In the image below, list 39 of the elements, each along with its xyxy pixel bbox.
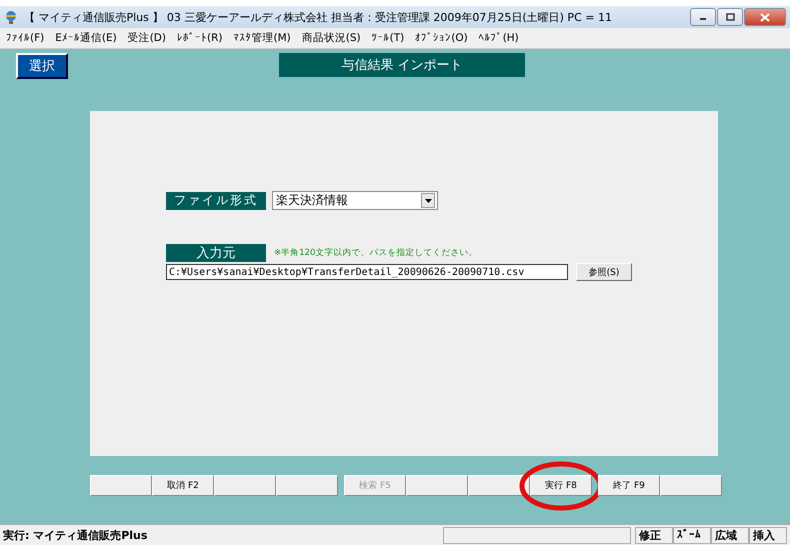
menu-item[interactable]: ﾂｰﾙ(T) [372,32,404,44]
close-icon [760,12,770,22]
window-title: 【 マイティ通信販売Plus 】 03 三愛ケーアールディ株式会社 担当者：受注管理課 2009年07月25日(土曜日) PC = 11 [24,10,613,24]
dropdown-arrow-icon [424,198,432,202]
status-message: 実行: マイティ通信販売Plus [2,528,148,542]
field-label: ファイル形式 [166,192,266,210]
function-key-button[interactable]: 取消 F2 [152,475,214,496]
menu-item[interactable]: Eﾒｰﾙ通信(E) [55,31,117,45]
app-icon [4,10,18,24]
field-label: 入力元 [166,244,266,262]
browse-button[interactable]: 参照(S) [576,263,632,281]
function-key-button[interactable] [406,475,468,496]
status-indicator: ｽﾞｰﾑ [673,526,711,544]
minimize-button[interactable] [690,8,716,26]
function-key-button[interactable]: 実行 F8 [530,475,592,496]
menu-item[interactable]: ﾍﾙﾌﾟ(H) [478,32,519,44]
select-button[interactable]: 選択 [16,53,68,79]
menu-item[interactable]: ｵﾌﾟｼｮﾝ(O) [415,32,468,44]
menu-item[interactable]: ﾚﾎﾟｰﾄ(R) [176,32,222,44]
hint-text: ※半角120文字以内で、パスを指定してください。 [274,247,478,259]
file-format-dropdown[interactable]: 楽天決済情報 [272,191,438,210]
function-key-button[interactable] [276,475,338,496]
menu-item[interactable]: 商品状況(S) [302,31,361,45]
function-key-button[interactable] [468,475,530,496]
status-indicator: 修正 [635,526,673,544]
menu-item[interactable]: ﾌｧｲﾙ(F) [6,32,44,44]
status-indicator: 挿入 [749,526,787,544]
function-key-button[interactable] [214,475,276,496]
maximize-icon [725,13,735,21]
function-key-button[interactable] [90,475,152,496]
maximize-button[interactable] [717,8,743,26]
screen-title: 与信結果 インポート [279,53,525,77]
function-key-button[interactable]: 終了 F9 [598,475,660,496]
menu-item[interactable]: ﾏｽﾀ管理(M) [233,31,291,45]
path-field[interactable]: C:¥Users¥sanai¥Desktop¥TransferDetail_20090626-20090710.csv [166,264,568,280]
function-key-button[interactable] [660,475,722,496]
close-button[interactable] [744,8,786,26]
status-indicator: 広域 [711,526,749,544]
menu-item[interactable]: 受注(D) [128,31,166,45]
